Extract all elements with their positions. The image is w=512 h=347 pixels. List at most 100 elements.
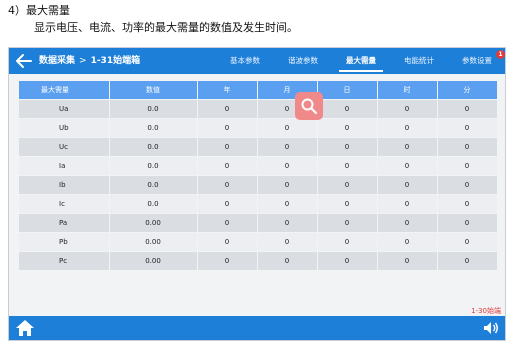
row-value: 0.0 <box>109 98 198 118</box>
terminal-note: 1-30始端 <box>471 307 501 315</box>
row-day: 0 <box>317 155 378 175</box>
row-year: 0 <box>197 155 258 175</box>
tab-label: 最大需量 <box>346 56 376 65</box>
row-hour: 0 <box>377 174 438 194</box>
row-month: 0 <box>257 117 318 137</box>
arrow-left-icon[interactable] <box>15 53 33 69</box>
row-day: 0 <box>317 136 378 156</box>
row-name: Ub <box>19 117 110 137</box>
column-header: 数值 <box>109 81 198 99</box>
row-hour: 0 <box>377 136 438 156</box>
row-name: Uc <box>19 136 110 156</box>
row-day: 0 <box>317 212 378 232</box>
row-hour: 0 <box>377 117 438 137</box>
notification-badge: 1 <box>496 50 505 59</box>
row-name: Pb <box>19 231 110 251</box>
tab-label: 参数设置 <box>462 56 492 65</box>
table-row: Ic 0.0 0 0 0 0 0 <box>19 193 498 213</box>
table-row: Ub 0.0 0 0 0 0 0 <box>19 117 498 137</box>
breadcrumb-separator: > <box>79 56 87 66</box>
column-header: 最大需量 <box>19 81 110 99</box>
row-minute: 0 <box>437 231 498 251</box>
row-year: 0 <box>197 136 258 156</box>
table-row: Ua 0.0 0 0 0 0 0 <box>19 98 498 118</box>
row-day: 0 <box>317 117 378 137</box>
row-year: 0 <box>197 231 258 251</box>
device-screen: 数据采集 >1-31始端箱 基本参数 谐波参数 最大需量 电能统计 参数设置 1 最… <box>8 47 506 341</box>
row-month: 0 <box>257 231 318 251</box>
row-month: 0 <box>257 193 318 213</box>
row-year: 0 <box>197 193 258 213</box>
table-row: Ib 0.0 0 0 0 0 0 <box>19 174 498 194</box>
table-row: Pb 0.00 0 0 0 0 0 <box>19 231 498 251</box>
row-name: Ia <box>19 155 110 175</box>
max-demand-table: 最大需量 数值 年 月 日 时 分 Ua 0.0 0 0 0 0 0 Ub 0.… <box>19 81 498 270</box>
row-value: 0.0 <box>109 117 198 137</box>
row-name: Ic <box>19 193 110 213</box>
row-value: 0.00 <box>109 231 198 251</box>
volume-icon[interactable] <box>483 320 499 336</box>
row-name: Ib <box>19 174 110 194</box>
row-day: 0 <box>317 231 378 251</box>
row-minute: 0 <box>437 136 498 156</box>
row-month: 0 <box>257 136 318 156</box>
row-month: 0 <box>257 212 318 232</box>
row-value: 0.00 <box>109 250 198 270</box>
row-month: 0 <box>257 174 318 194</box>
row-name: Pc <box>19 250 110 270</box>
row-minute: 0 <box>437 98 498 118</box>
row-year: 0 <box>197 212 258 232</box>
column-header: 时 <box>377 81 438 99</box>
row-month: 0 <box>257 155 318 175</box>
row-day: 0 <box>317 193 378 213</box>
row-hour: 0 <box>377 155 438 175</box>
row-year: 0 <box>197 250 258 270</box>
row-hour: 0 <box>377 231 438 251</box>
row-minute: 0 <box>437 117 498 137</box>
search-button[interactable] <box>295 92 323 120</box>
row-year: 0 <box>197 98 258 118</box>
breadcrumb-section[interactable]: 数据采集 <box>39 56 75 66</box>
breadcrumb: 数据采集 >1-31始端箱 <box>39 54 140 68</box>
tab-label: 基本参数 <box>230 56 260 65</box>
table-header-row: 最大需量 数值 年 月 日 时 分 <box>19 81 498 99</box>
tab-max-demand[interactable]: 最大需量 <box>333 48 389 74</box>
row-minute: 0 <box>437 193 498 213</box>
row-hour: 0 <box>377 193 438 213</box>
table-row: Pa 0.00 0 0 0 0 0 <box>19 212 498 232</box>
tab-energy-stats[interactable]: 电能统计 <box>391 48 447 74</box>
row-year: 0 <box>197 174 258 194</box>
row-month: 0 <box>257 250 318 270</box>
home-icon[interactable] <box>15 319 35 337</box>
row-value: 0.0 <box>109 155 198 175</box>
doc-heading: 4）最大需量 <box>8 4 70 17</box>
column-header: 日 <box>317 81 378 99</box>
row-minute: 0 <box>437 155 498 175</box>
tab-harmonic-params[interactable]: 谐波参数 <box>275 48 331 74</box>
column-header: 年 <box>197 81 258 99</box>
row-hour: 0 <box>377 250 438 270</box>
row-name: Ua <box>19 98 110 118</box>
tab-label: 电能统计 <box>404 56 434 65</box>
row-hour: 0 <box>377 98 438 118</box>
bottom-bar <box>9 316 505 340</box>
breadcrumb-terminal: 1-31始端箱 <box>90 56 141 66</box>
tab-basic-params[interactable]: 基本参数 <box>217 48 273 74</box>
row-value: 0.0 <box>109 193 198 213</box>
row-value: 0.00 <box>109 212 198 232</box>
row-minute: 0 <box>437 250 498 270</box>
tab-settings[interactable]: 参数设置 1 <box>449 48 505 74</box>
row-value: 0.0 <box>109 136 198 156</box>
row-day: 0 <box>317 250 378 270</box>
row-day: 0 <box>317 98 378 118</box>
row-day: 0 <box>317 174 378 194</box>
column-header: 分 <box>437 81 498 99</box>
doc-subheading: 显示电压、电流、功率的最大需量的数值及发生时间。 <box>34 21 298 34</box>
row-minute: 0 <box>437 212 498 232</box>
row-minute: 0 <box>437 174 498 194</box>
row-hour: 0 <box>377 212 438 232</box>
table-row: Uc 0.0 0 0 0 0 0 <box>19 136 498 156</box>
tab-label: 谐波参数 <box>288 56 318 65</box>
table-row: Ia 0.0 0 0 0 0 0 <box>19 155 498 175</box>
table-row: Pc 0.00 0 0 0 0 0 <box>19 250 498 270</box>
